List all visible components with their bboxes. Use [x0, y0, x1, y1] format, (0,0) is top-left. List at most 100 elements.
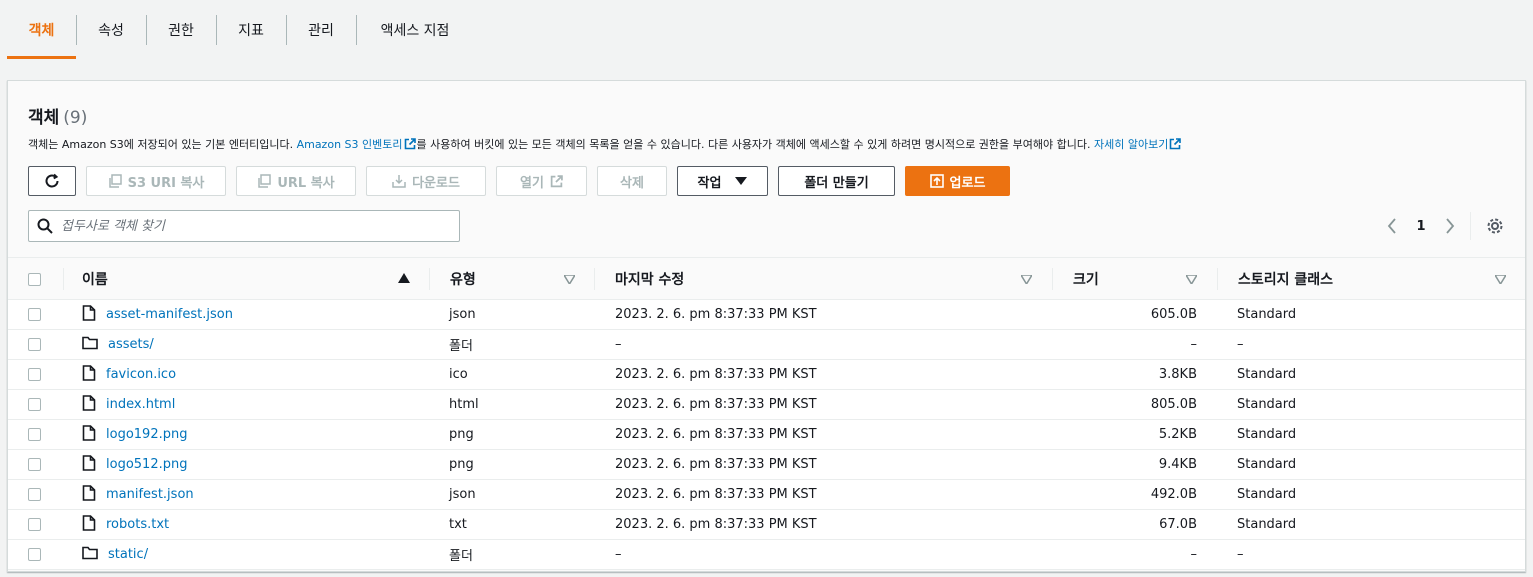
size-cell: 3.8KB — [1158, 367, 1197, 382]
row-checkbox[interactable] — [28, 548, 41, 561]
copy-s3-uri-button[interactable]: S3 URI 복사 — [86, 166, 226, 196]
learn-more-link[interactable]: 자세히 알아보기 — [1094, 138, 1168, 151]
object-name-link[interactable]: static/ — [108, 547, 148, 562]
row-checkbox[interactable] — [28, 428, 41, 441]
row-select-cell — [28, 390, 41, 419]
table-row[interactable]: asset-manifest.json json 2023. 2. 6. pm … — [8, 300, 1525, 330]
folder-icon — [82, 336, 98, 354]
table-row[interactable]: static/ 폴더 – – – — [8, 540, 1525, 570]
tab-permissions[interactable]: 권한 — [146, 15, 216, 45]
actions-label: 작업 — [697, 175, 722, 191]
storage-class-cell: Standard — [1237, 367, 1297, 382]
table-header: 이름 유형 마지막 수정 크기 스토리지 클래스 — [8, 257, 1525, 300]
tab-access-points[interactable]: 액세스 지점 — [356, 15, 474, 45]
storage-class-cell: – — [1237, 547, 1244, 562]
file-icon — [82, 394, 96, 415]
panel-title-text: 객체 — [28, 108, 60, 128]
object-name-link[interactable]: logo192.png — [106, 427, 187, 442]
column-header-last-modified[interactable]: 마지막 수정 — [615, 258, 684, 300]
create-folder-button[interactable]: 폴더 만들기 — [778, 166, 895, 196]
open-button[interactable]: 열기 — [496, 166, 587, 196]
object-name-link[interactable]: manifest.json — [106, 487, 194, 502]
row-select-cell — [28, 300, 41, 329]
caret-down-icon — [735, 177, 748, 185]
file-icon — [82, 484, 96, 505]
current-page-number[interactable]: 1 — [1404, 219, 1438, 234]
table-row[interactable]: robots.txt txt 2023. 2. 6. pm 8:37:33 PM… — [8, 510, 1525, 540]
copy-url-button[interactable]: URL 복사 — [236, 166, 356, 196]
previous-page-button[interactable] — [1380, 214, 1404, 238]
row-checkbox[interactable] — [28, 518, 41, 531]
table-row[interactable]: favicon.ico ico 2023. 2. 6. pm 8:37:33 P… — [8, 360, 1525, 390]
size-cell: 492.0B — [1150, 487, 1197, 502]
select-all-checkbox[interactable] — [28, 272, 41, 286]
size-cell: – — [1190, 547, 1198, 562]
upload-button[interactable]: 업로드 — [905, 166, 1010, 196]
column-header-type[interactable]: 유형 — [450, 258, 476, 300]
sort-icon — [1495, 275, 1506, 284]
size-cell: 67.0B — [1159, 517, 1197, 532]
table-row[interactable]: index.html html 2023. 2. 6. pm 8:37:33 P… — [8, 390, 1525, 420]
column-divider — [594, 268, 595, 290]
upload-icon — [929, 174, 944, 188]
object-name-link[interactable]: asset-manifest.json — [106, 307, 233, 322]
column-header-storage-class[interactable]: 스토리지 클래스 — [1238, 258, 1333, 300]
object-name-link[interactable]: index.html — [106, 397, 175, 412]
row-select-cell — [28, 450, 41, 479]
row-checkbox[interactable] — [28, 368, 41, 381]
panel-header: 객체 (9) 객체는 Amazon S3에 저장되어 있는 기본 엔터티입니다. … — [8, 81, 1525, 256]
column-header-name[interactable]: 이름 — [82, 258, 108, 300]
table-row[interactable]: logo192.png png 2023. 2. 6. pm 8:37:33 P… — [8, 420, 1525, 450]
size-cell: 9.4KB — [1158, 457, 1197, 472]
column-header-size[interactable]: 크기 — [1073, 258, 1099, 300]
tab-management[interactable]: 관리 — [286, 15, 356, 45]
next-page-button[interactable] — [1438, 214, 1462, 238]
row-select-cell — [28, 480, 41, 509]
table-row[interactable]: manifest.json json 2023. 2. 6. pm 8:37:3… — [8, 480, 1525, 510]
storage-class-cell: Standard — [1237, 307, 1297, 322]
last-modified-cell: – — [615, 337, 622, 352]
tab-metrics[interactable]: 지표 — [216, 15, 286, 45]
name-cell: manifest.json — [82, 480, 194, 509]
last-modified-cell: 2023. 2. 6. pm 8:37:33 PM KST — [615, 397, 817, 412]
row-checkbox[interactable] — [28, 338, 41, 351]
object-name-link[interactable]: assets/ — [108, 337, 154, 352]
size-cell: 5.2KB — [1158, 427, 1197, 442]
last-modified-cell: – — [615, 547, 622, 562]
object-name-link[interactable]: robots.txt — [106, 517, 169, 532]
object-name-link[interactable]: favicon.ico — [106, 367, 176, 382]
create-folder-label: 폴더 만들기 — [804, 175, 869, 191]
tab-properties[interactable]: 속성 — [76, 15, 146, 45]
row-checkbox[interactable] — [28, 398, 41, 411]
download-button[interactable]: 다운로드 — [366, 166, 486, 196]
table-row[interactable]: assets/ 폴더 – – – — [8, 330, 1525, 360]
preferences-button[interactable] — [1483, 214, 1507, 238]
type-cell: json — [449, 487, 476, 502]
delete-button[interactable]: 삭제 — [597, 166, 667, 196]
column-divider — [1217, 268, 1218, 290]
actions-dropdown[interactable]: 작업 — [677, 166, 768, 196]
refresh-button[interactable] — [28, 166, 76, 196]
file-icon — [82, 514, 96, 535]
row-checkbox[interactable] — [28, 488, 41, 501]
type-cell: 폴더 — [449, 549, 473, 564]
table-row[interactable]: logo512.png png 2023. 2. 6. pm 8:37:33 P… — [8, 450, 1525, 480]
file-icon — [82, 454, 96, 475]
row-checkbox[interactable] — [28, 458, 41, 471]
file-icon — [82, 424, 96, 445]
row-checkbox[interactable] — [28, 308, 41, 321]
last-modified-cell: 2023. 2. 6. pm 8:37:33 PM KST — [615, 487, 817, 502]
search-input[interactable] — [61, 218, 441, 234]
inventory-link[interactable]: Amazon S3 인벤토리 — [297, 138, 403, 151]
name-cell: favicon.ico — [82, 360, 176, 389]
type-cell: png — [449, 457, 474, 472]
type-cell: txt — [449, 517, 467, 532]
type-cell: ico — [449, 367, 468, 382]
object-name-link[interactable]: logo512.png — [106, 457, 187, 472]
desc-text-1: 객체는 Amazon S3에 저장되어 있는 기본 엔터티입니다. — [28, 138, 297, 151]
tab-objects[interactable]: 객체 — [7, 15, 76, 45]
copy-icon — [258, 174, 272, 188]
sort-ascending-icon — [398, 273, 410, 283]
row-select-cell — [28, 540, 41, 569]
column-divider — [429, 268, 430, 290]
